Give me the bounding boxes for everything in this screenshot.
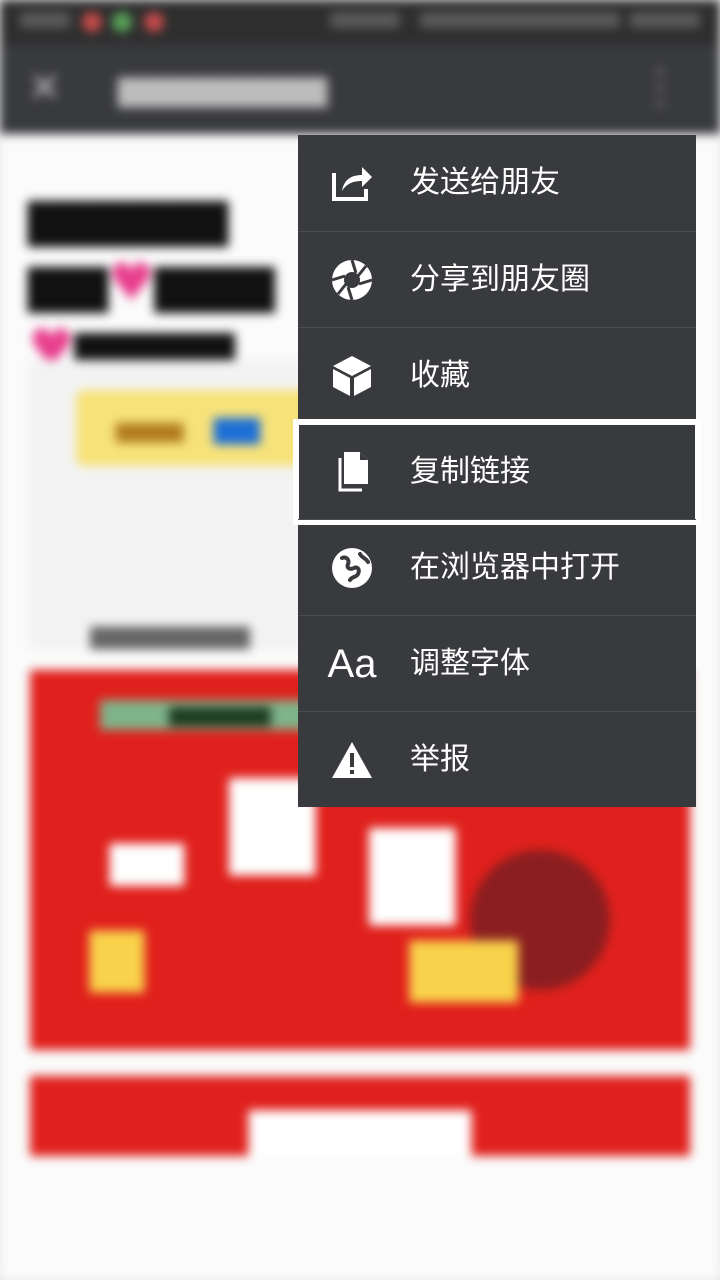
menu-item-label: 在浏览器中打开 (410, 550, 620, 585)
menu-item-label: 调整字体 (410, 646, 530, 681)
menu-item-copy-link[interactable]: 复制链接 (293, 419, 701, 525)
menu-item-label: 复制链接 (410, 454, 530, 489)
menu-item-report[interactable]: 举报 (298, 712, 696, 808)
menu-item-label: 分享到朋友圈 (410, 262, 590, 297)
menu-item-open-in-browser[interactable]: 在浏览器中打开 (298, 520, 696, 616)
menu-item-favorite[interactable]: 收藏 (298, 328, 696, 424)
menu-item-label: 收藏 (410, 358, 470, 393)
menu-item-share-moments[interactable]: 分享到朋友圈 (298, 232, 696, 328)
nav-title-blurred: ▆▆▆▆▆▆▆▆ (118, 68, 328, 108)
more-options-icon[interactable]: · · · (650, 55, 670, 121)
poster-price: ▆▆ (410, 920, 518, 1002)
notification-icon (112, 12, 132, 32)
font-size-icon: Aa (327, 642, 377, 686)
menu-item-send-to-friend[interactable]: 发送给朋友 (298, 135, 696, 231)
menu-item-label: 发送给朋友 (410, 165, 560, 200)
menu-item-label: 举报 (410, 742, 470, 777)
poster-headline: ▆ (370, 796, 455, 924)
blurred-text-line: ▆▆▆▆▆▆▆▆ (90, 620, 250, 650)
poster-subtext: ▆▆ (110, 830, 184, 886)
notification-icon (144, 12, 164, 32)
menu-item-adjust-font[interactable]: Aa 调整字体 (298, 616, 696, 712)
battery-icon (630, 12, 700, 28)
close-icon[interactable]: ✕ (28, 66, 62, 110)
poster-number: ▆ (90, 910, 144, 992)
network-speed (330, 12, 400, 28)
status-time (20, 12, 70, 28)
copy-document-icon (328, 448, 376, 496)
notification-icon (82, 12, 102, 32)
top-nav-bar: ✕ ▆▆▆▆▆▆▆▆ · · · (0, 44, 720, 134)
favorite-box-icon (328, 352, 376, 400)
globe-icon (328, 544, 376, 592)
moments-aperture-icon (328, 256, 376, 304)
second-banner: ▆▆▆▆ (30, 1076, 690, 1156)
signal-icons (420, 12, 620, 28)
warning-icon (328, 736, 376, 784)
share-forward-icon (328, 159, 376, 207)
status-bar (0, 0, 720, 44)
share-options-menu: 发送给朋友 分享到朋友圈 收藏 复制链接 在浏览器中打开 Aa 调整字体 举报 (293, 135, 701, 808)
